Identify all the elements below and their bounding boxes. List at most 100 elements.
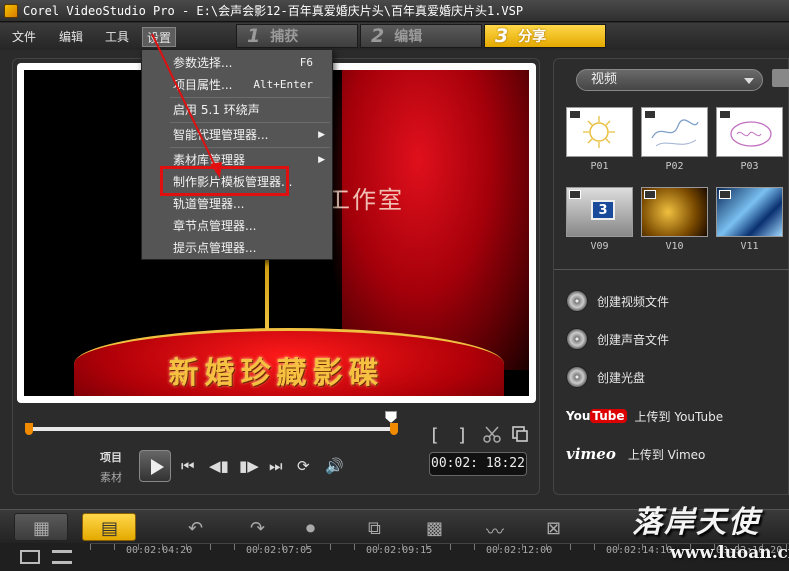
menu-item-project-properties[interactable]: 项目属性... Alt+Enter xyxy=(143,74,331,96)
tab-edit[interactable]: 2 编辑 xyxy=(360,24,482,48)
auto-music-icon[interactable]: ▩ xyxy=(426,518,443,539)
menu-separator xyxy=(170,122,330,123)
step-number: 2 xyxy=(371,25,385,47)
enlarge-preview-icon[interactable] xyxy=(511,425,529,443)
title-bar: Corel VideoStudio Pro - E:\会声会影12-百年真爱婚庆… xyxy=(0,0,789,22)
share-create-disc[interactable]: 创建光盘 xyxy=(566,365,645,389)
step-number: 1 xyxy=(247,25,261,47)
library-category-dropdown[interactable]: 视频 xyxy=(576,69,763,91)
watermark-url: www.luoan.cn xyxy=(670,543,789,563)
film-strip-icon: ▦ xyxy=(33,518,51,539)
disc-icon xyxy=(566,366,588,388)
volume-icon[interactable]: 🔊 xyxy=(325,457,344,475)
redo-icon[interactable]: ↷ xyxy=(250,518,265,539)
library-divider xyxy=(554,269,789,270)
mark-in-button[interactable]: [ xyxy=(429,425,440,446)
repeat-icon[interactable]: ⟳ xyxy=(297,457,310,475)
annotation-highlight-box xyxy=(160,166,289,196)
menu-item-smart-proxy-manager[interactable]: 智能代理管理器... ▶ xyxy=(143,124,331,146)
window-title: Corel VideoStudio Pro - E:\会声会影12-百年真爱婚庆… xyxy=(23,4,524,18)
library-thumb-p01[interactable] xyxy=(566,107,633,157)
thumb-label: P01 xyxy=(590,161,609,172)
settings-dropdown-menu: 参数选择... F6 项目属性... Alt+Enter 启用 5.1 环绕声 … xyxy=(141,49,333,260)
track-video-icon[interactable] xyxy=(20,550,40,564)
share-label: 上传到 YouTube xyxy=(634,409,724,424)
share-label: 创建光盘 xyxy=(597,370,646,385)
share-create-audio[interactable]: 创建声音文件 xyxy=(566,327,669,351)
waveform-icon[interactable]: 〰 xyxy=(486,518,504,544)
mode-clip-label[interactable]: 素材 xyxy=(100,469,122,485)
menu-settings[interactable]: 设置 xyxy=(142,27,177,47)
timecode-display[interactable]: 00:02: 18:22 xyxy=(429,452,527,476)
video-banner-text: 新婚珍藏影碟 xyxy=(168,356,385,391)
track-list-icon[interactable] xyxy=(52,550,72,564)
library-category-value: 视频 xyxy=(591,72,618,87)
film-reel-icon xyxy=(566,290,588,312)
go-to-end-icon[interactable]: ⏭ xyxy=(269,457,283,475)
menu-item-surround-sound[interactable]: 启用 5.1 环绕声 xyxy=(143,99,331,121)
menu-separator xyxy=(170,147,330,148)
go-to-start-icon[interactable]: ⏮ xyxy=(181,457,195,475)
video-studio-text: 工作室 xyxy=(326,186,404,214)
trim-end-handle[interactable] xyxy=(390,423,398,435)
scrubber-knob[interactable] xyxy=(385,411,397,423)
videostudio-app-icon xyxy=(4,3,18,18)
video-badge-icon xyxy=(644,190,656,199)
next-frame-icon[interactable]: ▮▶ xyxy=(239,457,259,475)
scissors-icon[interactable] xyxy=(483,425,501,443)
share-vimeo[interactable]: vimeo 上传到 Vimeo xyxy=(566,442,705,466)
menu-item-chapter-point-manager[interactable]: 章节点管理器... xyxy=(143,215,331,237)
ruler-timecode: 00:02:12:00 xyxy=(486,545,553,556)
countdown-screen: 3 xyxy=(591,200,615,220)
menu-file[interactable]: 文件 xyxy=(8,27,40,47)
library-thumb-v10[interactable] xyxy=(641,187,708,237)
tab-share[interactable]: 3 分享 xyxy=(484,24,606,48)
audio-mixer-icon[interactable]: ⧉ xyxy=(368,518,381,539)
menu-item-track-manager[interactable]: 轨道管理器... xyxy=(143,193,331,215)
ruler-timecode: 00:02:04:20 xyxy=(126,545,193,556)
zoom-to-fit-icon[interactable]: ⊠ xyxy=(546,518,561,539)
vimeo-logo: vimeo xyxy=(566,445,616,463)
tab-capture[interactable]: 1 捕获 xyxy=(236,24,358,48)
submenu-arrow-icon: ▶ xyxy=(318,130,325,140)
previous-frame-icon[interactable]: ◀▮ xyxy=(209,457,229,475)
menu-item-preferences[interactable]: 参数选择... F6 xyxy=(143,52,331,74)
shortcut-text: Alt+Enter xyxy=(253,78,313,91)
thumb-label: V11 xyxy=(740,241,759,252)
undo-icon[interactable]: ↶ xyxy=(188,518,203,539)
thumb-label: P02 xyxy=(665,161,684,172)
timeline-view-icon: ▤ xyxy=(101,518,119,539)
video-badge-icon xyxy=(569,190,581,199)
play-button[interactable] xyxy=(139,450,171,482)
library-thumb-p02[interactable] xyxy=(641,107,708,157)
chevron-down-icon xyxy=(744,78,754,84)
youtube-logo: You Tube xyxy=(566,409,627,423)
video-badge-icon xyxy=(644,110,656,119)
thumb-label: V09 xyxy=(590,241,609,252)
video-badge-icon xyxy=(569,110,581,119)
library-thumb-v09[interactable]: 3 xyxy=(566,187,633,237)
share-label: 创建视频文件 xyxy=(597,294,670,309)
menu-separator xyxy=(170,97,330,98)
step-label: 编辑 xyxy=(394,29,423,45)
menu-item-cue-point-manager[interactable]: 提示点管理器... xyxy=(143,237,331,259)
scrubber-track[interactable] xyxy=(25,423,398,435)
record-capture-icon[interactable]: ⏺ xyxy=(306,518,315,539)
timeline-view-button[interactable]: ▤ xyxy=(82,513,136,541)
scrubber-rail xyxy=(27,427,395,431)
step-label: 分享 xyxy=(518,29,547,45)
share-youtube[interactable]: You Tube 上传到 YouTube xyxy=(566,404,723,428)
library-thumb-p03[interactable] xyxy=(716,107,783,157)
watermark-logo: 落岸天使 xyxy=(632,505,760,540)
mode-project-label[interactable]: 项目 xyxy=(100,449,122,465)
storyboard-view-button[interactable]: ▦ xyxy=(14,513,68,541)
mark-out-button[interactable]: ] xyxy=(457,425,468,446)
menu-edit[interactable]: 编辑 xyxy=(55,27,87,47)
submenu-arrow-icon: ▶ xyxy=(318,155,325,165)
folder-icon[interactable] xyxy=(772,69,789,87)
menu-tools[interactable]: 工具 xyxy=(101,27,133,47)
share-create-video[interactable]: 创建视频文件 xyxy=(566,289,669,313)
step-number: 3 xyxy=(495,25,509,47)
trim-start-handle[interactable] xyxy=(25,423,33,435)
library-thumb-v11[interactable] xyxy=(716,187,783,237)
